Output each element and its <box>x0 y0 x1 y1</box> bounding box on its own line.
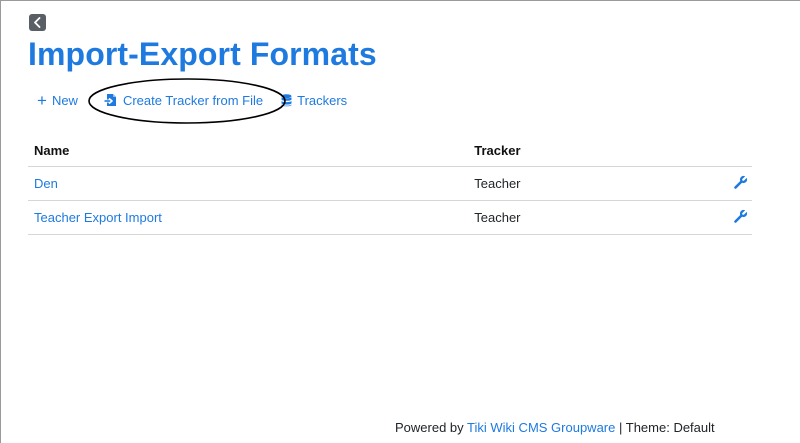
new-button[interactable]: + New <box>37 92 78 109</box>
table-row: Den Teacher <box>28 166 752 201</box>
back-button[interactable] <box>29 14 46 31</box>
trackers-label: Trackers <box>297 92 348 108</box>
chevron-left-icon <box>34 17 41 28</box>
table-row: Teacher Export Import Teacher <box>28 200 752 235</box>
footer-tiki-link[interactable]: Tiki Wiki CMS Groupware <box>467 420 615 435</box>
database-icon <box>281 93 292 106</box>
format-name-link[interactable]: Den <box>34 176 58 191</box>
new-label: New <box>51 92 78 108</box>
table-header-row: Name Tracker <box>28 134 752 167</box>
footer-powered-prefix: Powered by <box>395 420 464 435</box>
create-tracker-label: Create Tracker from File <box>122 92 264 108</box>
page-title: Import-Export Formats <box>28 36 377 72</box>
column-header-actions <box>698 134 752 167</box>
footer-theme-text: | Theme: Default <box>619 420 715 435</box>
column-header-tracker: Tracker <box>468 134 699 167</box>
plus-icon: + <box>37 90 47 110</box>
footer: Powered by Tiki Wiki CMS Groupware | The… <box>395 420 715 435</box>
create-tracker-from-file-button[interactable]: Create Tracker from File <box>104 93 263 108</box>
toolbar: + New Create Tracker from File Trackers <box>37 90 347 110</box>
wrench-icon[interactable] <box>734 174 749 192</box>
file-import-icon <box>104 94 116 106</box>
format-name-link[interactable]: Teacher Export Import <box>34 210 162 225</box>
wrench-icon[interactable] <box>734 208 749 226</box>
tracker-cell: Teacher <box>468 166 699 201</box>
tracker-cell: Teacher <box>468 200 699 235</box>
formats-table: Name Tracker Den Teacher Teacher Export … <box>28 134 752 235</box>
trackers-button[interactable]: Trackers <box>281 93 347 108</box>
column-header-name: Name <box>28 134 469 167</box>
